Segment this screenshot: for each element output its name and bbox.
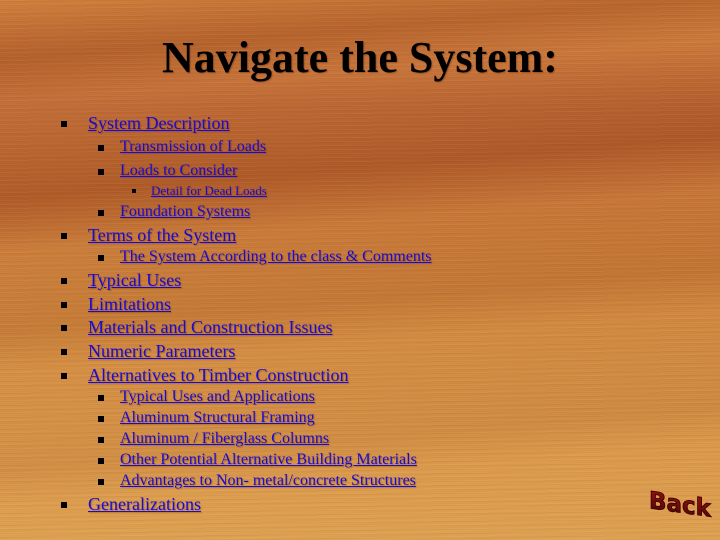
slide-title: Navigate the System: <box>162 33 558 82</box>
nav-link-numeric-parameters[interactable]: Numeric Parameters <box>61 341 235 362</box>
link-text[interactable]: System Description <box>88 113 230 133</box>
square-bullet-icon <box>61 233 67 239</box>
link-text[interactable]: Generalizations <box>88 494 201 514</box>
link-text[interactable]: Typical Uses <box>88 270 181 290</box>
back-label: Back <box>649 486 712 523</box>
link-text[interactable]: Limitations <box>88 294 171 314</box>
link-text[interactable]: Alternatives to Timber Construction <box>88 365 349 385</box>
square-bullet-icon <box>98 210 104 216</box>
nav-link-detail-for-dead-loads[interactable]: Detail for Dead Loads <box>132 183 267 199</box>
square-bullet-icon <box>61 325 67 331</box>
square-bullet-icon <box>98 437 104 443</box>
nav-link-typical-uses-and-applications[interactable]: Typical Uses and Applications <box>98 388 315 406</box>
square-bullet-icon <box>61 121 67 127</box>
link-text[interactable]: Terms of the System <box>88 225 236 245</box>
nav-link-aluminum-fiberglass-columns[interactable]: Aluminum / Fiberglass Columns <box>98 430 329 448</box>
square-bullet-icon <box>98 255 104 261</box>
back-button[interactable]: Back <box>648 486 714 524</box>
link-text[interactable]: Numeric Parameters <box>88 341 235 361</box>
link-text[interactable]: Detail for Dead Loads <box>151 183 267 198</box>
square-bullet-icon <box>98 395 104 401</box>
back-arrow-wordart-icon: Back <box>649 486 713 524</box>
nav-link-aluminum-structural-framing[interactable]: Aluminum Structural Framing <box>98 409 315 427</box>
link-text[interactable]: Aluminum Structural Framing <box>120 409 315 426</box>
nav-link-foundation-systems[interactable]: Foundation Systems <box>98 203 250 221</box>
nav-link-typical-uses[interactable]: Typical Uses <box>61 270 181 291</box>
square-bullet-icon <box>98 169 104 175</box>
square-bullet-icon <box>132 189 136 193</box>
square-bullet-icon <box>61 302 67 308</box>
link-text[interactable]: Aluminum / Fiberglass Columns <box>120 430 329 447</box>
square-bullet-icon <box>98 458 104 464</box>
link-text[interactable]: Transmission of Loads <box>120 138 266 155</box>
square-bullet-icon <box>98 145 104 151</box>
link-text[interactable]: Foundation Systems <box>120 203 250 220</box>
link-text[interactable]: Typical Uses and Applications <box>120 388 315 405</box>
link-text[interactable]: Loads to Consider <box>120 162 237 179</box>
square-bullet-icon <box>98 479 104 485</box>
nav-link-limitations[interactable]: Limitations <box>61 294 171 315</box>
link-text[interactable]: The System According to the class & Comm… <box>120 248 432 265</box>
square-bullet-icon <box>61 373 67 379</box>
nav-link-other-alternative-materials[interactable]: Other Potential Alternative Building Mat… <box>98 451 417 469</box>
square-bullet-icon <box>61 502 67 508</box>
link-text[interactable]: Materials and Construction Issues <box>88 317 332 337</box>
nav-link-loads-to-consider[interactable]: Loads to Consider <box>98 162 237 180</box>
nav-link-system-description[interactable]: System Description <box>61 113 230 134</box>
nav-link-transmission-of-loads[interactable]: Transmission of Loads <box>98 138 266 156</box>
link-text[interactable]: Advantages to Non- metal/concrete Struct… <box>120 472 416 489</box>
nav-link-materials-and-construction[interactable]: Materials and Construction Issues <box>61 317 332 338</box>
nav-link-generalizations[interactable]: Generalizations <box>61 494 201 515</box>
square-bullet-icon <box>98 416 104 422</box>
nav-link-alternatives-to-timber[interactable]: Alternatives to Timber Construction <box>61 365 349 386</box>
nav-link-system-according-to-class[interactable]: The System According to the class & Comm… <box>98 248 432 266</box>
square-bullet-icon <box>61 278 67 284</box>
nav-link-advantages-non-metal[interactable]: Advantages to Non- metal/concrete Struct… <box>98 472 416 490</box>
link-text[interactable]: Other Potential Alternative Building Mat… <box>120 451 417 468</box>
square-bullet-icon <box>61 349 67 355</box>
nav-link-terms-of-the-system[interactable]: Terms of the System <box>61 225 236 246</box>
